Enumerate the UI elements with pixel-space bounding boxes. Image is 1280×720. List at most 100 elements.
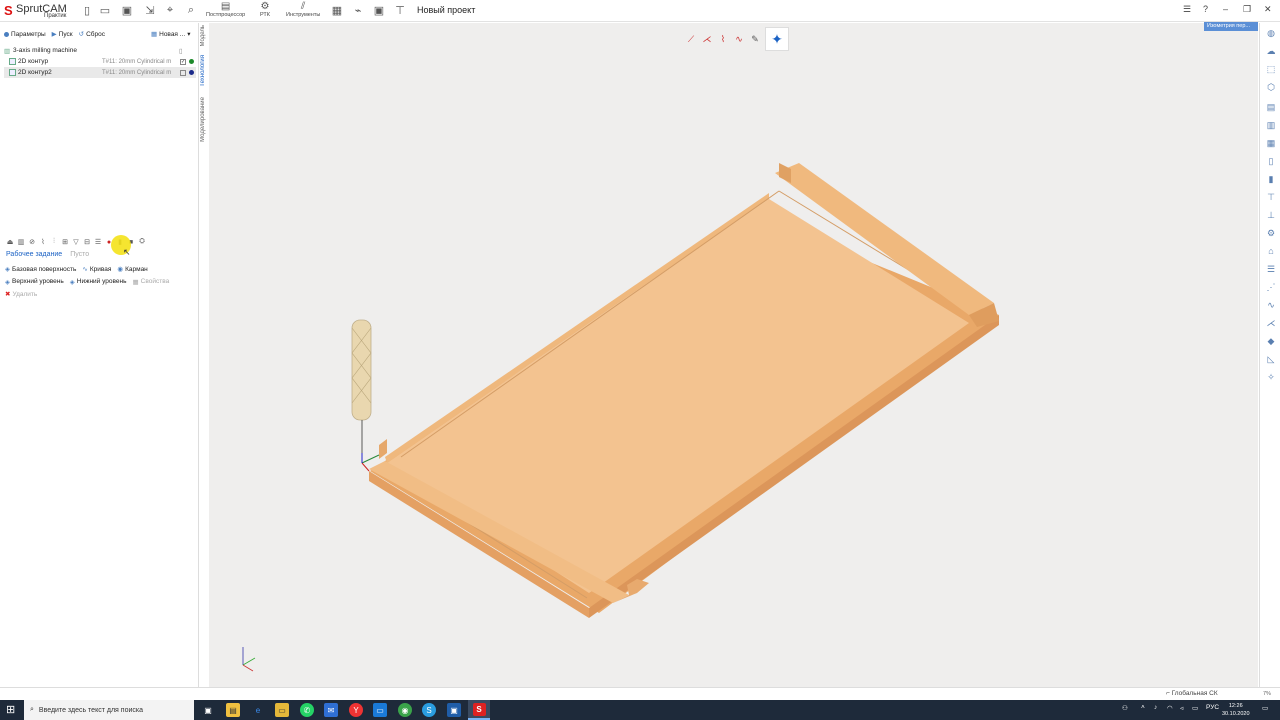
restore-icon[interactable]: ❐	[1243, 4, 1251, 15]
cloud-icon[interactable]: ☁	[1265, 45, 1277, 57]
spindle-icon[interactable]: ⊥	[1265, 209, 1277, 221]
waterline-icon[interactable]: ⫶	[49, 238, 59, 247]
app-logo[interactable]: S SprutCAM Практик	[4, 2, 74, 20]
3d-viewport[interactable]	[209, 23, 1258, 687]
import-icon[interactable]: ⇲	[143, 3, 157, 17]
tree-op-row[interactable]: 2D контур2 T#11: 20mm Cylindrical m	[4, 67, 196, 78]
taskbar-search[interactable]: ⌕ Введите здесь текст для поиска	[24, 700, 194, 720]
roughing-icon[interactable]: ▥	[16, 238, 26, 247]
windows-start-icon[interactable]: ⊞	[6, 704, 18, 716]
curves-icon[interactable]: ∿	[1265, 299, 1277, 311]
open-file-icon[interactable]: ▭	[98, 3, 112, 17]
slice-icon[interactable]: ◺	[1265, 353, 1277, 365]
transform-icon[interactable]: ⌖	[163, 3, 177, 17]
stack-icon[interactable]: ☰	[1265, 263, 1277, 275]
delete-item[interactable]: ✖ Удалить	[5, 290, 37, 299]
tree-op-row[interactable]: 2D контур T#11: 20mm Cylindrical m ✓	[4, 56, 196, 67]
tab-job[interactable]: Рабочее задание	[6, 251, 62, 258]
properties-item[interactable]: ▦ Свойства	[133, 278, 170, 286]
clock[interactable]: 12:26 30.10.2020	[1222, 702, 1250, 718]
mail-icon[interactable]: ✉	[324, 703, 338, 717]
list-icon[interactable]: ☰	[93, 238, 103, 247]
wifi-icon[interactable]: ◠	[1167, 704, 1173, 712]
machine-icon[interactable]: ⚙	[1265, 227, 1277, 239]
green-app-icon[interactable]: ◉	[398, 703, 412, 717]
new-file-icon[interactable]: ▯	[80, 3, 94, 17]
op-checkbox[interactable]	[180, 69, 186, 76]
tool-holder-icon[interactable]: ▮	[1265, 173, 1277, 185]
run-button[interactable]: ▶ Пуск	[52, 30, 73, 39]
curve-path-icon[interactable]: ∿	[733, 33, 745, 45]
path-icon[interactable]: ⌇	[717, 33, 729, 45]
tools-button[interactable]: ⫽ Инструменты	[286, 1, 320, 18]
contour-icon[interactable]: ⌇	[38, 238, 48, 247]
skype-icon[interactable]: S	[422, 703, 436, 717]
whatsapp-icon[interactable]: ✆	[300, 703, 314, 717]
tab-technology[interactable]: Технология	[200, 55, 206, 87]
base-surface-item[interactable]: ◈ Базовая поверхность	[5, 265, 76, 274]
drill-icon[interactable]: ⊘	[27, 238, 37, 247]
robot-icon[interactable]: ⛭	[137, 238, 147, 247]
coordinate-system[interactable]: ⌐ Глобальная СК	[1166, 690, 1218, 697]
lathe-icon[interactable]: ⏏	[5, 238, 15, 247]
report-icon[interactable]: ▦	[330, 3, 344, 17]
bottom-level-item[interactable]: ◈ Нижний уровень	[70, 278, 127, 286]
points-icon[interactable]: ⋰	[1265, 281, 1277, 293]
cleanup-icon[interactable]: ✧	[1265, 371, 1277, 383]
pattern-icon[interactable]: ⊟	[82, 238, 92, 247]
toolpath-icon[interactable]: ⌂	[1265, 245, 1277, 257]
task-view-icon[interactable]: ▣	[201, 703, 215, 717]
menu-icon[interactable]: ☰	[1183, 4, 1191, 15]
plane-icon[interactable]: ⊞	[60, 238, 70, 247]
volume-icon[interactable]: ♪	[1154, 704, 1157, 711]
tab-empty[interactable]: Пусто	[70, 251, 89, 258]
rtk-button[interactable]: ⚙ РТК	[260, 1, 270, 18]
funnel-icon[interactable]: ▽	[71, 238, 81, 247]
tab-simulation[interactable]: Моделирование	[200, 97, 206, 142]
surface-icon[interactable]: ◆	[1265, 335, 1277, 347]
tool-icon[interactable]: ⊤	[1265, 191, 1277, 203]
sound-icon[interactable]: ◃	[1180, 704, 1183, 712]
document-icon[interactable]: ▯	[179, 47, 183, 55]
params-button[interactable]: Параметры	[4, 31, 46, 38]
stock-icon[interactable]: ▥	[1265, 119, 1277, 131]
sprutcam-taskbar-icon[interactable]: S	[468, 700, 490, 720]
magic-wand-icon[interactable]: ✦	[765, 27, 789, 51]
view-dropdown[interactable]: Изометрия пер...	[1204, 22, 1258, 31]
polyline-icon[interactable]: ⋌	[701, 33, 713, 45]
measure-icon[interactable]: ⊤	[393, 3, 407, 17]
edge-icon[interactable]: e	[251, 703, 265, 717]
cube-icon[interactable]: ⬡	[1265, 81, 1277, 93]
save-icon[interactable]: ▣	[120, 3, 134, 17]
minimize-icon[interactable]: –	[1223, 4, 1228, 14]
new-operation-dropdown[interactable]: ▦ Новая ... ▾	[151, 30, 190, 39]
op-checkbox[interactable]: ✓	[180, 58, 186, 65]
notifications-icon[interactable]: ▭	[1262, 704, 1268, 712]
sphere-icon[interactable]: ◍	[1265, 27, 1277, 39]
help-icon[interactable]: ?	[1203, 4, 1208, 14]
store-icon[interactable]: ▤	[226, 703, 240, 717]
explorer-icon[interactable]: ▭	[275, 703, 289, 717]
selection-icon[interactable]: ⬚	[1265, 63, 1277, 75]
keyboard-icon[interactable]: ▭	[1192, 704, 1198, 712]
app-window-icon[interactable]: ▣	[447, 703, 461, 717]
fixture-icon[interactable]: ▦	[1265, 137, 1277, 149]
curve-item[interactable]: ∿ Кривая	[82, 265, 111, 274]
search-icon[interactable]: ⌕	[184, 3, 198, 17]
yandex-icon[interactable]: Y	[349, 703, 363, 717]
tray-chevron-icon[interactable]: ˄	[1141, 704, 1145, 711]
edit-icon[interactable]: ✎	[749, 33, 761, 45]
line-icon[interactable]: ⟋	[685, 33, 697, 45]
top-level-item[interactable]: ◈ Верхний уровень	[5, 278, 64, 286]
close-icon[interactable]: ✕	[1264, 4, 1272, 15]
screenshot-icon[interactable]: ▣	[372, 3, 386, 17]
network-people-icon[interactable]: ⚇	[1122, 704, 1128, 712]
part-icon[interactable]: ▯	[1265, 155, 1277, 167]
wire-icon[interactable]: ⋌	[1265, 317, 1277, 329]
postprocessor-button[interactable]: ▤ Постпроцессор	[206, 1, 245, 18]
tab-model[interactable]: Модель	[200, 25, 206, 47]
chat-icon[interactable]: ▭	[373, 703, 387, 717]
layer-icon[interactable]: ▤	[1265, 101, 1277, 113]
tree-machine-row[interactable]: ▥ 3-axis milling machine ▯	[4, 45, 196, 56]
pocket-item[interactable]: ◉ Карман	[117, 265, 147, 274]
